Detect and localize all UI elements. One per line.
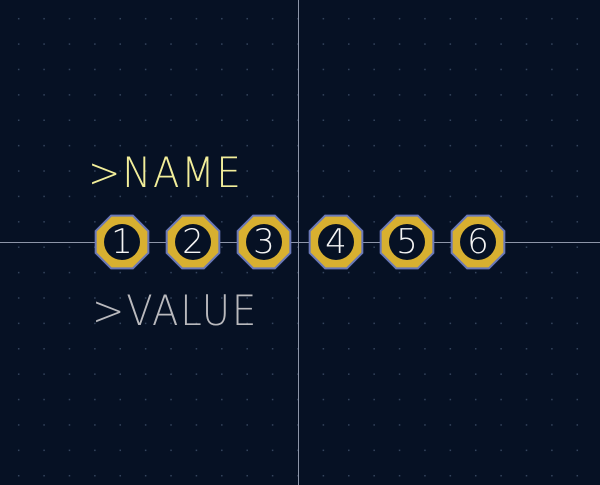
pad-drill-hole (175, 224, 211, 260)
origin-crosshair (0, 0, 600, 485)
pad-2[interactable]: 2 (165, 214, 221, 270)
pad-shape (236, 214, 292, 270)
pad-5[interactable]: 5 (379, 214, 435, 270)
pad-shape (379, 214, 435, 270)
pad-shape (308, 214, 364, 270)
pad-shape (165, 214, 221, 270)
pad-drill-hole (246, 224, 282, 260)
pad-1[interactable]: 1 (94, 214, 150, 270)
pad-drill-hole (460, 224, 496, 260)
reference-designator-text[interactable]: >NAME (88, 152, 243, 194)
value-text[interactable]: >VALUE (92, 290, 258, 332)
pad-3[interactable]: 3 (236, 214, 292, 270)
pad-drill-hole (104, 224, 140, 260)
pad-drill-hole (318, 224, 354, 260)
pad-4[interactable]: 4 (308, 214, 364, 270)
pad-shape (94, 214, 150, 270)
footprint-canvas[interactable]: >NAME >VALUE 123456 (0, 0, 600, 485)
pad-drill-hole (389, 224, 425, 260)
pad-6[interactable]: 6 (450, 214, 506, 270)
pad-shape (450, 214, 506, 270)
